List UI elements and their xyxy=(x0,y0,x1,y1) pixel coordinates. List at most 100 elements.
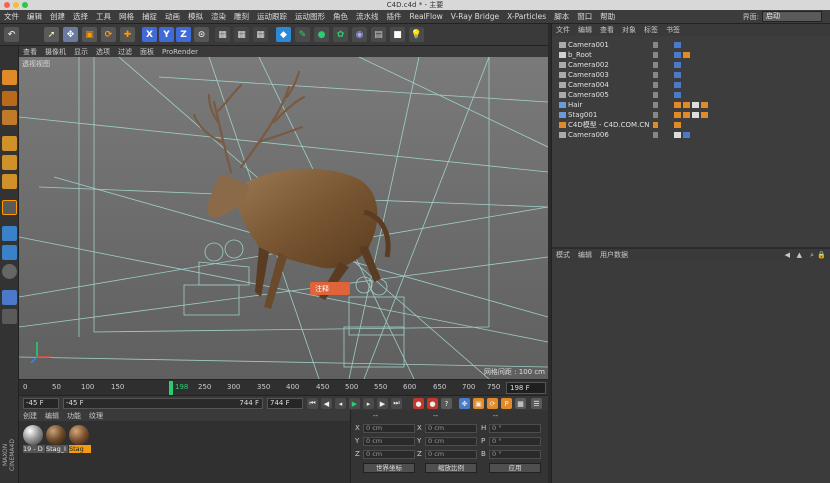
menu-script[interactable]: 脚本 xyxy=(550,11,573,22)
model-mode-icon[interactable] xyxy=(2,70,17,85)
maximize-icon[interactable] xyxy=(22,2,28,8)
visibility-toggle[interactable] xyxy=(653,92,658,98)
z-axis-icon[interactable]: Z xyxy=(176,27,191,42)
tweak-mode-icon[interactable] xyxy=(2,226,17,241)
visibility-toggle[interactable] xyxy=(653,102,658,108)
menu-help[interactable]: 帮助 xyxy=(596,11,619,22)
object-menu-view[interactable]: 查看 xyxy=(596,25,618,35)
object-row-camera002[interactable]: Camera002 xyxy=(552,60,830,70)
timeline-playhead[interactable] xyxy=(169,381,173,395)
size-x-field[interactable]: 0 cm xyxy=(425,424,477,433)
lock-workplane-icon[interactable] xyxy=(2,290,17,305)
texture-mode-icon[interactable] xyxy=(2,91,17,106)
nav-back-icon[interactable]: ◀ xyxy=(785,251,790,259)
viewport-menu-view[interactable]: 查看 xyxy=(19,47,41,57)
viewport-menu-filter[interactable]: 过滤 xyxy=(114,47,136,57)
visibility-toggle[interactable] xyxy=(653,72,658,78)
timeline[interactable]: 0 50 100 150 198 250 300 350 400 450 500… xyxy=(19,379,548,395)
cloner-icon[interactable]: ✿ xyxy=(333,27,348,42)
menu-xparticles[interactable]: X-Particles xyxy=(503,12,550,21)
record-icon[interactable]: ● xyxy=(413,398,424,409)
key-parameter-icon[interactable]: P xyxy=(501,398,512,409)
pos-z-field[interactable]: 0 cm xyxy=(363,450,415,459)
material-menu-function[interactable]: 功能 xyxy=(63,411,85,421)
lock-icon[interactable]: 🔒 xyxy=(817,251,826,259)
render-picture-viewer-icon[interactable]: ▦ xyxy=(234,27,249,42)
menu-vray[interactable]: V-Ray Bridge xyxy=(447,12,503,21)
play-icon[interactable]: ▶ xyxy=(349,398,360,409)
end-frame-field[interactable]: 744 F xyxy=(267,398,303,409)
floor-icon[interactable]: ▤ xyxy=(371,27,386,42)
object-row-b-root[interactable]: b_Root xyxy=(552,50,830,60)
select-cursor-icon[interactable]: ➚ xyxy=(44,27,59,42)
edges-mode-icon[interactable] xyxy=(2,155,17,170)
viewport-menu-display[interactable]: 显示 xyxy=(70,47,92,57)
rotate-icon[interactable]: ⟳ xyxy=(101,27,116,42)
menu-mograph[interactable]: 运动图形 xyxy=(291,11,329,22)
object-row-stag001[interactable]: Stag001 xyxy=(552,110,830,120)
previous-key-icon[interactable]: ◀ xyxy=(321,398,332,409)
annotation-marker[interactable]: 注释 xyxy=(310,282,350,295)
object-menu-file[interactable]: 文件 xyxy=(552,25,574,35)
size-y-field[interactable]: 0 cm xyxy=(425,437,477,446)
menu-create[interactable]: 创建 xyxy=(46,11,69,22)
x-axis-icon[interactable]: X xyxy=(142,27,157,42)
frame-range-slider[interactable]: -45 F 744 F xyxy=(63,398,263,409)
attribute-menu-mode[interactable]: 模式 xyxy=(552,250,574,260)
step-forward-icon[interactable]: ▸ xyxy=(363,398,374,409)
autokey-icon[interactable]: ● xyxy=(427,398,438,409)
menu-motion-tracking[interactable]: 运动跟踪 xyxy=(253,11,291,22)
visibility-toggle[interactable] xyxy=(653,42,658,48)
snap-icon[interactable] xyxy=(2,245,17,260)
next-key-icon[interactable]: ▶ xyxy=(377,398,388,409)
object-menu-edit[interactable]: 编辑 xyxy=(574,25,596,35)
pos-x-field[interactable]: 0 cm xyxy=(363,424,415,433)
perspective-viewport[interactable]: 注释 透视视图 网格间距 : 100 cm xyxy=(19,57,548,379)
points-mode-icon[interactable] xyxy=(2,136,17,151)
object-row-camera006[interactable]: Camera006 xyxy=(552,130,830,140)
nav-up-icon[interactable]: ▲ xyxy=(797,251,802,259)
object-menu-objects[interactable]: 对象 xyxy=(618,25,640,35)
object-menu-bookmarks[interactable]: 书签 xyxy=(662,25,684,35)
rot-p-field[interactable]: 0 ° xyxy=(489,437,541,446)
workplane-icon[interactable] xyxy=(2,110,17,125)
menu-tools[interactable]: 工具 xyxy=(92,11,115,22)
viewport-menu-options[interactable]: 选项 xyxy=(92,47,114,57)
move-icon[interactable]: ✥ xyxy=(63,27,78,42)
visibility-toggle[interactable] xyxy=(653,132,658,138)
soft-selection-icon[interactable] xyxy=(2,264,17,279)
axis-mode-icon[interactable] xyxy=(2,200,17,215)
object-row-camera001[interactable]: Camera001 xyxy=(552,40,830,50)
search-icon[interactable]: ⌕ xyxy=(810,251,814,260)
size-z-field[interactable]: 0 cm xyxy=(425,450,477,459)
object-row-hair[interactable]: Hair xyxy=(552,100,830,110)
subdivision-icon[interactable]: ● xyxy=(314,27,329,42)
render-settings-icon[interactable]: ▦ xyxy=(253,27,268,42)
visibility-toggle[interactable] xyxy=(653,62,658,68)
visibility-toggle[interactable] xyxy=(653,52,658,58)
material-menu-edit[interactable]: 编辑 xyxy=(41,411,63,421)
camera-icon[interactable]: ■ xyxy=(390,27,405,42)
cube-icon[interactable]: ◆ xyxy=(276,27,291,42)
layout-select[interactable]: 启动 xyxy=(762,11,822,22)
object-row-camera004[interactable]: Camera004 xyxy=(552,80,830,90)
menu-mesh[interactable]: 网格 xyxy=(115,11,138,22)
visibility-toggle[interactable] xyxy=(653,82,658,88)
pos-y-field[interactable]: 0 cm xyxy=(363,437,415,446)
key-position-icon[interactable]: ✥ xyxy=(459,398,470,409)
menu-simulate[interactable]: 模拟 xyxy=(184,11,207,22)
menu-pipeline[interactable]: 流水线 xyxy=(352,11,383,22)
visibility-toggle[interactable] xyxy=(653,112,658,118)
material-item[interactable]: 19 - D xyxy=(23,425,45,453)
viewport-menu-panel[interactable]: 面板 xyxy=(136,47,158,57)
start-frame-field[interactable]: -45 F xyxy=(23,398,59,409)
current-frame-field[interactable]: 198 F xyxy=(506,382,546,394)
transform-icon[interactable]: ✚ xyxy=(120,27,135,42)
key-pla-icon[interactable]: ▦ xyxy=(515,398,526,409)
go-to-end-icon[interactable]: ⏭ xyxy=(391,398,402,409)
viewport-menu-cameras[interactable]: 摄像机 xyxy=(41,47,70,57)
material-item[interactable]: Stag_I xyxy=(46,425,68,453)
rot-b-field[interactable]: 0 ° xyxy=(489,450,541,459)
timeline-menu-icon[interactable]: ☰ xyxy=(531,398,542,409)
viewport-menu-prorender[interactable]: ProRender xyxy=(158,48,202,56)
